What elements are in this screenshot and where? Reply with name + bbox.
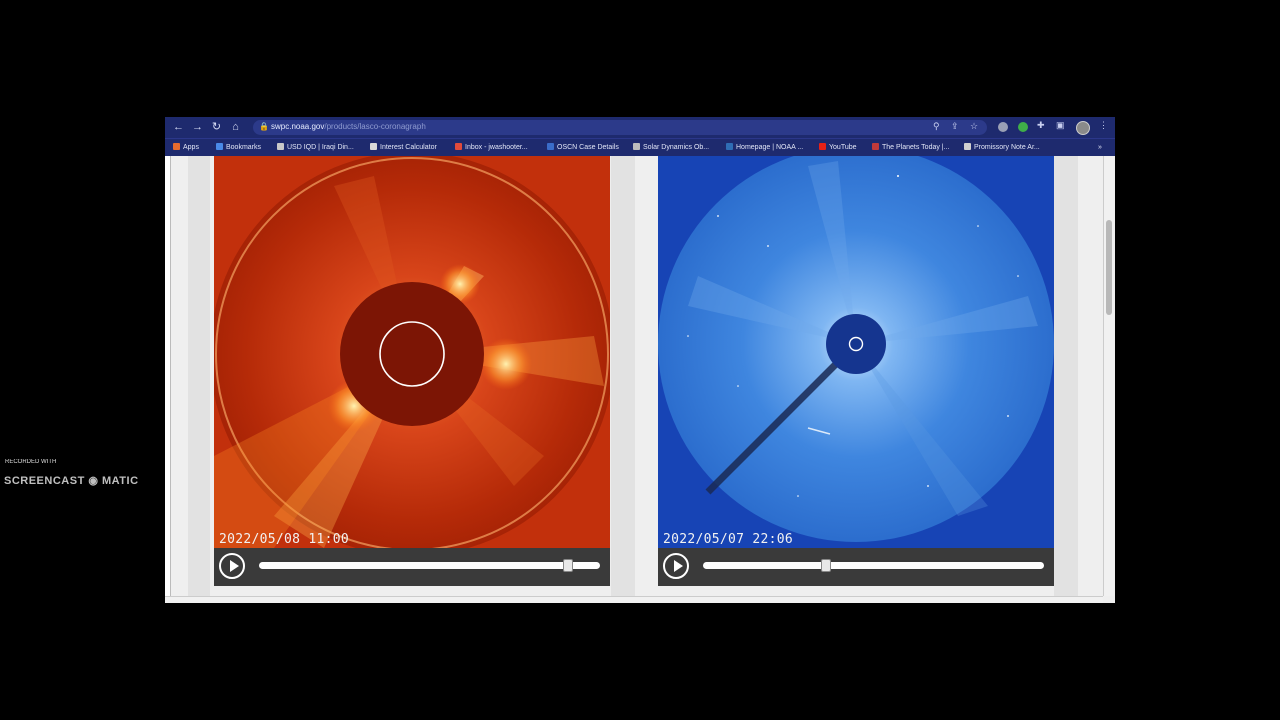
planets-icon (872, 143, 879, 150)
extension-check-icon[interactable] (1018, 122, 1028, 132)
timestamp-label: 2022/05/07 22:06 (663, 532, 794, 547)
profile-avatar[interactable] (1076, 121, 1090, 135)
page-content: 2022/05/08 11:00 2022/05/07 22:06 (165, 156, 1115, 603)
sdo-icon (633, 143, 640, 150)
share-icon[interactable]: ⇪ (951, 121, 959, 132)
timeline-slider[interactable] (259, 559, 600, 572)
forward-button[interactable]: → (190, 120, 205, 135)
bookmark-item[interactable]: YouTube (819, 142, 857, 154)
calculator-icon (370, 143, 377, 150)
extension-icon[interactable] (998, 122, 1008, 132)
slider-thumb[interactable] (820, 559, 831, 572)
screencast-watermark: SCREENCAST ◉ MATIC (4, 475, 139, 487)
apps-icon (173, 143, 180, 150)
back-button[interactable]: ← (171, 120, 186, 135)
panel-border-right (1054, 156, 1078, 596)
url-text[interactable]: swpc.noaa.gov/products/lasco-coronagraph (271, 122, 426, 131)
recorded-with-watermark: RECORDED WITH (5, 459, 57, 465)
slider-thumb[interactable] (562, 559, 573, 572)
document-icon (964, 143, 971, 150)
bookmark-item[interactable]: Bookmarks (216, 142, 261, 154)
bookmark-item[interactable]: Homepage | NOAA ... (726, 142, 803, 154)
horizontal-scrollbar[interactable] (165, 596, 1103, 603)
bookmark-item[interactable]: Apps (173, 142, 199, 154)
menu-icon[interactable]: ⋮ (1099, 120, 1108, 131)
oscn-icon (547, 143, 554, 150)
coronagraph-panel-c2: 2022/05/08 11:00 (214, 156, 610, 586)
reload-button[interactable]: ↻ (209, 120, 224, 135)
star-icon[interactable]: ☆ (970, 121, 978, 132)
bookmark-item[interactable]: Inbox - jwashooter... (455, 142, 528, 154)
home-button[interactable]: ⌂ (228, 120, 243, 135)
page-icon (277, 143, 284, 150)
puzzle-icon[interactable]: ✚ (1037, 120, 1045, 131)
browser-toolbar: ← → ↻ ⌂ 🔒 swpc.noaa.gov/products/lasco-c… (165, 117, 1115, 138)
panel-divider (611, 156, 635, 596)
address-bar[interactable]: 🔒 swpc.noaa.gov/products/lasco-coronagra… (253, 120, 987, 135)
playback-controls (214, 548, 610, 586)
lock-icon[interactable]: 🔒 (259, 122, 269, 131)
play-button[interactable] (663, 553, 689, 579)
bookmarks-overflow-button[interactable]: » (1098, 142, 1102, 154)
coronagraph-image-c3: 2022/05/07 22:06 (658, 156, 1054, 548)
youtube-icon (819, 143, 826, 150)
bookmark-item[interactable]: USD IQD | Iraqi Din... (277, 142, 354, 154)
bookmark-item[interactable]: The Planets Today |... (872, 142, 949, 154)
bookmark-item[interactable]: Solar Dynamics Ob... (633, 142, 709, 154)
coronagraph-image-c2: 2022/05/08 11:00 (214, 156, 610, 548)
scrollbar-thumb[interactable] (1106, 220, 1112, 315)
gmail-icon (455, 143, 462, 150)
bookmarks-bar: Apps Bookmarks USD IQD | Iraqi Din... In… (165, 138, 1115, 156)
zoom-icon[interactable]: ⚲ (933, 121, 940, 132)
panel-border-left (188, 156, 210, 596)
coronagraph-panel-c3: 2022/05/07 22:06 (658, 156, 1054, 586)
browser-window: ← → ↻ ⌂ 🔒 swpc.noaa.gov/products/lasco-c… (165, 117, 1115, 603)
timeline-slider[interactable] (703, 559, 1044, 572)
sidepanel-icon[interactable]: ▣ (1056, 120, 1065, 131)
playback-controls (658, 548, 1054, 586)
page-left-edge (165, 156, 171, 603)
noaa-icon (726, 143, 733, 150)
bookmark-item[interactable]: OSCN Case Details (547, 142, 619, 154)
bookmark-item[interactable]: Interest Calculator (370, 142, 437, 154)
bookmarks-star-icon (216, 143, 223, 150)
vertical-scrollbar[interactable] (1103, 156, 1114, 596)
timestamp-label: 2022/05/08 11:00 (219, 532, 350, 547)
bookmark-item[interactable]: Promissory Note Ar... (964, 142, 1040, 154)
play-button[interactable] (219, 553, 245, 579)
